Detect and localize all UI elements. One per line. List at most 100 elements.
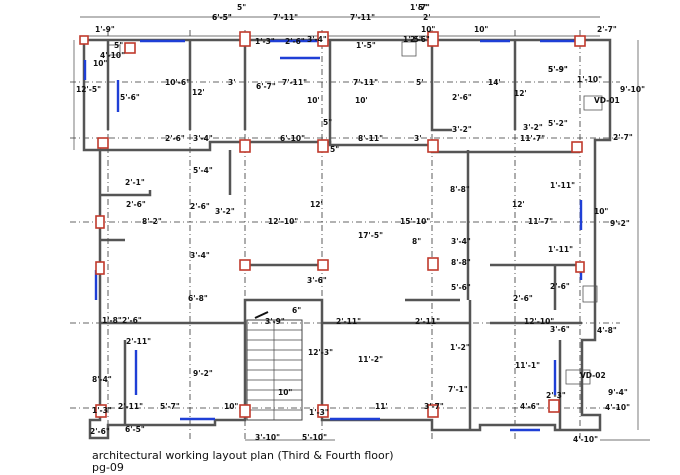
drawing-title: architectural working layout plan (Third… [92, 449, 394, 462]
dimension-label: 1'-5" [403, 35, 423, 44]
dimension-label: 5'-2" [548, 119, 568, 128]
dimension-label: 3' [228, 78, 236, 87]
windows [83, 39, 583, 432]
dimension-label: 10" [93, 59, 107, 68]
dimension-label: 5" [330, 145, 339, 154]
dimension-label: 6'-8" [188, 294, 208, 303]
dimension-label: 2'-11" [126, 337, 151, 346]
dimension-label: 4'-6" [520, 402, 540, 411]
dimension-label: 10" [278, 388, 292, 397]
dimension-label: 12' [514, 89, 527, 98]
dimension-label: 6" [292, 306, 301, 315]
dimension-label: 3'-2" [452, 125, 472, 134]
dimension-label: 9'-4" [608, 388, 628, 397]
dimension-label: 2'-7" [597, 25, 617, 34]
dimension-label: 5" [114, 41, 123, 50]
dimension-label: 5' [416, 78, 424, 87]
dimension-label: 5'-4" [193, 166, 213, 175]
dimension-label: VD-01 [594, 96, 620, 105]
dimension-label: 12'-5" [76, 85, 101, 94]
dimension-label: 1'-7" [410, 3, 430, 12]
dimension-label: 8" [412, 237, 421, 246]
dimension-label: 6'-5" [125, 425, 145, 434]
dimension-label: 2'-6" [165, 134, 185, 143]
dimension-label: 11'-7" [520, 134, 545, 143]
dimension-label: 6'-7" [256, 82, 276, 91]
dimension-label: 6'-10" [280, 134, 305, 143]
dimension-label: 1'-11" [550, 181, 575, 190]
dimension-label: 7'-11" [282, 78, 307, 87]
dimension-label: 1'-5" [356, 41, 376, 50]
dimension-label: 3'-2" [523, 123, 543, 132]
dimension-label: 12'-3" [308, 348, 333, 357]
dimension-label: 4'-10" [605, 403, 630, 412]
dimension-label: 4'-8" [597, 326, 617, 335]
dimension-label: 9'-2" [610, 219, 630, 228]
dimension-label: 2'-6" [90, 427, 110, 436]
dimension-label: 5'-7" [160, 402, 180, 411]
dimension-label: 3'-4" [190, 251, 210, 260]
dimension-label: 7'-11" [273, 13, 298, 22]
dimension-label: 8'-8" [451, 258, 471, 267]
dimension-label: 1'-2" [450, 343, 470, 352]
dimension-label: 5" [323, 118, 332, 127]
dimension-label: 8'-4" [92, 375, 112, 384]
dimension-label: 1'-3" [92, 406, 112, 415]
floor-plan-canvas: 6'-5" 5" 7'-11" 7'-11" 5" 2' 1'-7" 1'-9" 10" 2'-7… [0, 0, 680, 475]
dimension-label: 12' [512, 200, 525, 209]
dimension-label: 7'-11" [350, 13, 375, 22]
dimension-label: 2'-6" [190, 202, 210, 211]
fixtures [107, 41, 603, 385]
dimension-label: 2'-6" [550, 282, 570, 291]
dimension-label: 7'-1" [448, 385, 468, 394]
dimension-label: 5'-6" [120, 93, 140, 102]
dimension-label: 15'-10" [400, 217, 430, 226]
dimension-label: 2'-6" [126, 200, 146, 209]
dimension-label: 5'-10" [302, 433, 327, 442]
dimension-label: 5'-9" [548, 65, 568, 74]
dimension-label: 3'-7" [424, 402, 444, 411]
dimension-label: 2'-1" [125, 178, 145, 187]
dimension-label: 10" [421, 25, 435, 34]
dimension-label: 10" [224, 402, 238, 411]
dimension-label: 2'-3" [546, 391, 566, 400]
dimension-label: 3'-6" [550, 325, 570, 334]
dimension-label: 1'-11" [548, 245, 573, 254]
floor-plan-drawing: 6'-5" 5" 7'-11" 7'-11" 5" 2'1'-7" 1'-9" 10" 2'-7… [70, 3, 650, 444]
dimension-label: 12' [310, 200, 323, 209]
dimension-label: 11'-2" [358, 355, 383, 364]
dimension-label: 12'-10" [268, 217, 298, 226]
dimension-label: 7'-11" [353, 78, 378, 87]
dimension-label: VD-02 [580, 371, 606, 380]
dimension-label: 2'-6" [452, 93, 472, 102]
dimension-label: 9'-2" [193, 369, 213, 378]
dimension-label: 3' [414, 134, 422, 143]
dimension-label: 1'-3" [309, 408, 329, 417]
dimension-label: 1'-9" [95, 25, 115, 34]
dimension-label: 10" [474, 25, 488, 34]
dimension-label: 3'-4" [193, 134, 213, 143]
dimension-label: 10'-6" [165, 78, 190, 87]
dimension-label: 3'-9" [265, 317, 285, 326]
dimension-label: 17'-5" [358, 231, 383, 240]
dimension-label: 2'-11" [336, 317, 361, 326]
dimension-label: 11'-7" [528, 217, 553, 226]
walls [82, 38, 612, 440]
dimension-label: 8'-11" [358, 134, 383, 143]
dimension-label: 10' [355, 96, 368, 105]
dimension-label: 2'-6" [513, 294, 533, 303]
dimension-label: 2'-7" [613, 133, 633, 142]
dimension-label: 10" [594, 207, 608, 216]
dimension-label: 2'-11" [118, 402, 143, 411]
dimension-label: 8'-8" [450, 185, 470, 194]
dimension-label: 2'-6" [122, 316, 142, 325]
dimension-label: 2'-6" [285, 37, 305, 46]
dimension-label: 1'-8" [102, 316, 122, 325]
page-number: pg-09 [92, 461, 124, 474]
grid-axes [70, 30, 620, 440]
dimension-label: 3'-4" [451, 237, 471, 246]
dimension-label: 5" [237, 3, 246, 12]
dimension-label: 2' [423, 13, 431, 22]
dimension-label: 5'-6" [451, 283, 471, 292]
dimension-label: 1'-3" [255, 37, 275, 46]
